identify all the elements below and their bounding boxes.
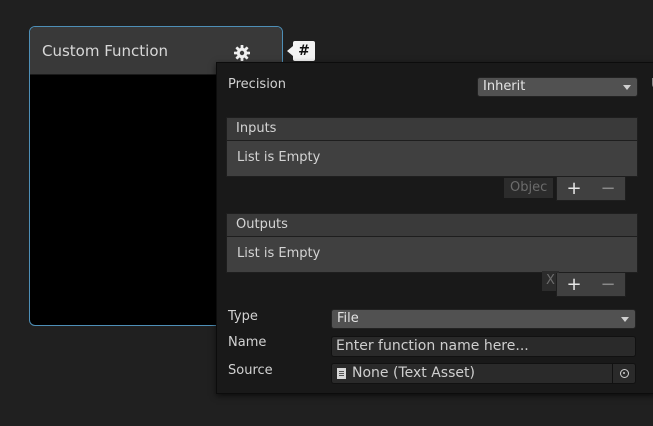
target-icon bbox=[619, 369, 629, 378]
inputs-add-remove: + − bbox=[556, 177, 626, 201]
node-settings-panel: Precision Inherit U Inputs List is Empty… bbox=[216, 62, 653, 394]
source-object-field[interactable]: None (Text Asset) bbox=[331, 363, 636, 384]
type-label: Type bbox=[228, 309, 258, 324]
precision-value: Inherit bbox=[483, 79, 526, 94]
inputs-list-body: List is Empty bbox=[226, 141, 638, 177]
precision-label: Precision bbox=[228, 77, 287, 92]
function-name-input[interactable]: Enter function name here... bbox=[331, 336, 636, 357]
precision-dropdown[interactable]: Inherit bbox=[477, 77, 638, 97]
outputs-list-body: List is Empty bbox=[226, 237, 638, 273]
hash-badge: # bbox=[287, 41, 315, 61]
source-label: Source bbox=[228, 363, 273, 378]
source-value: None (Text Asset) bbox=[352, 365, 475, 381]
background-object-chip: Objec bbox=[504, 178, 554, 198]
object-picker-button[interactable] bbox=[612, 364, 635, 383]
inputs-list-header: Inputs bbox=[226, 117, 638, 141]
name-label: Name bbox=[228, 335, 267, 350]
shader-graph-canvas[interactable]: Custom Function # Precision Inherit U bbox=[0, 0, 653, 426]
text-asset-icon bbox=[337, 368, 346, 379]
node-title: Custom Function bbox=[42, 41, 169, 60]
outputs-list-header: Outputs bbox=[226, 213, 638, 237]
gear-icon[interactable] bbox=[233, 44, 251, 62]
chevron-down-icon bbox=[623, 85, 631, 90]
outputs-add-remove: + − bbox=[556, 273, 626, 297]
type-value: File bbox=[337, 311, 359, 326]
remove-input-button[interactable]: − bbox=[600, 178, 615, 199]
type-dropdown[interactable]: File bbox=[331, 309, 636, 329]
remove-output-button[interactable]: − bbox=[600, 274, 615, 295]
add-output-button[interactable]: + bbox=[566, 274, 581, 295]
chevron-down-icon bbox=[621, 317, 629, 322]
add-input-button[interactable]: + bbox=[566, 178, 581, 199]
